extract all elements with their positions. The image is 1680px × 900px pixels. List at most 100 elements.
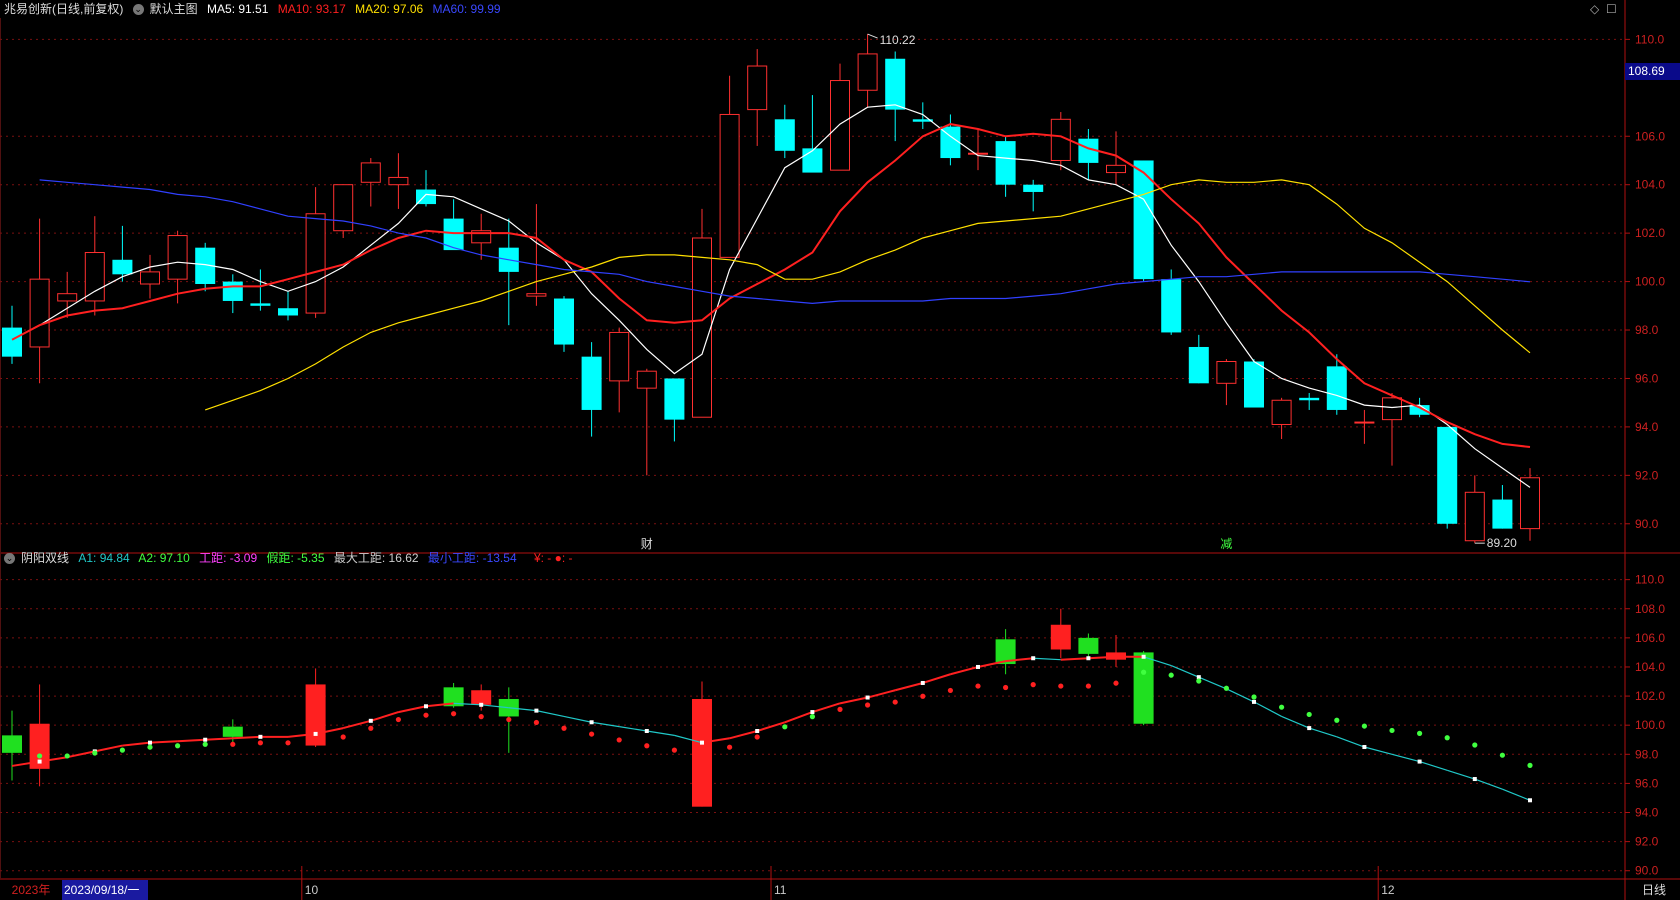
candle: [912, 102, 933, 129]
candle: [333, 184, 354, 238]
line-marker: [1086, 656, 1091, 661]
a1-label: A1: 94.84: [78, 551, 130, 565]
min-gongju-label: 最小工距: -13.54: [427, 551, 517, 565]
candle: [1050, 112, 1071, 171]
period-label[interactable]: 日线: [1628, 880, 1680, 900]
main-y-tick-label: 94.0: [1635, 420, 1659, 434]
candle: [609, 327, 630, 413]
candle: [222, 274, 243, 314]
signal-dot: [1058, 683, 1064, 689]
signal-dot: [782, 724, 788, 730]
indicator-segment: [1447, 769, 1475, 780]
signal-dot: [727, 744, 733, 750]
diamond-icon[interactable]: ◇: [1590, 2, 1599, 16]
candle: [636, 368, 657, 476]
sub-header: ⌄ 阴阳双线 A1: 94.84 A2: 97.10 工距: -3.09 假距: …: [4, 549, 579, 567]
candle: [968, 128, 988, 171]
indicator-candle: [1106, 634, 1126, 667]
signal-dot: [257, 740, 263, 746]
signal-dot: [202, 741, 208, 747]
indicator-name[interactable]: 阴阳双线: [21, 551, 69, 565]
line-marker: [644, 729, 649, 734]
signal-dot: [119, 747, 125, 753]
candle: [1271, 397, 1292, 440]
main-y-tick-label: 106.0: [1635, 129, 1665, 143]
main-y-tick-label: 104.0: [1635, 178, 1665, 192]
signal-dot: [1361, 723, 1367, 729]
indicator-segment: [1060, 657, 1089, 661]
indicator-segment: [1474, 778, 1503, 790]
indicator-segment: [839, 696, 868, 705]
candle: [195, 242, 216, 292]
line-marker: [313, 731, 318, 736]
candle: [57, 271, 78, 318]
signal-dot: [1417, 730, 1423, 736]
candle: [29, 218, 50, 384]
indicator-toggle-icon[interactable]: ⌄: [4, 553, 15, 565]
candle: [830, 63, 850, 171]
signal-dot: [837, 706, 843, 712]
candle: [1520, 468, 1540, 541]
line-marker: [479, 702, 484, 707]
max-gongju-label: 最大工距: 16.62: [333, 551, 419, 565]
finance-event-mark: 财: [641, 537, 653, 551]
signal-dot: [1251, 694, 1257, 700]
indicator-segment: [1253, 701, 1282, 717]
indicator-segment: [398, 705, 427, 714]
signal-dot: [230, 741, 236, 747]
line-marker: [1417, 759, 1422, 764]
signal-dot: [451, 711, 457, 717]
line-marker: [1031, 656, 1036, 661]
indicator-segment: [784, 711, 813, 724]
sub-y-tick-label: 96.0: [1635, 776, 1659, 790]
indicator-candle: [29, 684, 50, 787]
month-label: 12: [1381, 883, 1395, 897]
line-marker: [976, 664, 980, 669]
signal-dot: [1030, 682, 1036, 688]
indicator-segment: [1502, 788, 1531, 801]
indicator-segment: [1033, 657, 1061, 661]
signal-dot: [589, 731, 595, 737]
month-label: 10: [305, 883, 319, 897]
signal-dot: [368, 725, 374, 731]
signal-dot: [1334, 717, 1340, 723]
signal-dot: [1306, 711, 1312, 718]
line-marker: [1472, 777, 1477, 782]
main-y-tick-label: 110.0: [1635, 32, 1664, 46]
sub-y-tick-label: 92.0: [1635, 835, 1659, 849]
indicator-segment: [205, 737, 233, 741]
signal-dot: [340, 734, 346, 740]
template-toggle-icon[interactable]: ⌄: [132, 4, 144, 16]
indicator-segment: [1226, 688, 1255, 703]
line-marker: [534, 708, 539, 713]
candle: [526, 204, 547, 306]
line-marker: [203, 737, 208, 742]
candle: [305, 187, 326, 318]
indicator-segment: [977, 660, 1006, 668]
candle: [885, 51, 906, 142]
signal-dot: [1168, 672, 1174, 678]
month-label: 11: [774, 883, 787, 897]
indicator-segment: [867, 689, 896, 699]
template-name[interactable]: 默认主图: [150, 2, 198, 16]
indicator-segment: [94, 744, 123, 753]
signal-dot: [1085, 683, 1091, 689]
indicator-segment: [177, 738, 206, 743]
indicator-segment: [922, 673, 951, 684]
signal-dot: [1196, 678, 1202, 684]
candle: [774, 104, 795, 159]
indicator-segment: [1364, 746, 1393, 755]
maximize-icon[interactable]: ☐: [1606, 2, 1617, 16]
sub-y-tick-label: 90.0: [1635, 864, 1659, 878]
candle: [747, 49, 768, 146]
sub-y-tick-label: 106.0: [1635, 631, 1665, 645]
main-y-tick-label: 102.0: [1635, 226, 1665, 240]
line-marker: [258, 734, 263, 739]
signal-dot: [561, 725, 567, 731]
stock-title: 兆易创新(日线,前复权): [4, 2, 124, 16]
signal-label: ¥: - ●: -: [533, 551, 573, 565]
signal-dot: [1279, 704, 1285, 710]
signal-dot: [1113, 680, 1119, 686]
indicator-segment: [232, 735, 261, 740]
signal-dot: [809, 714, 816, 720]
